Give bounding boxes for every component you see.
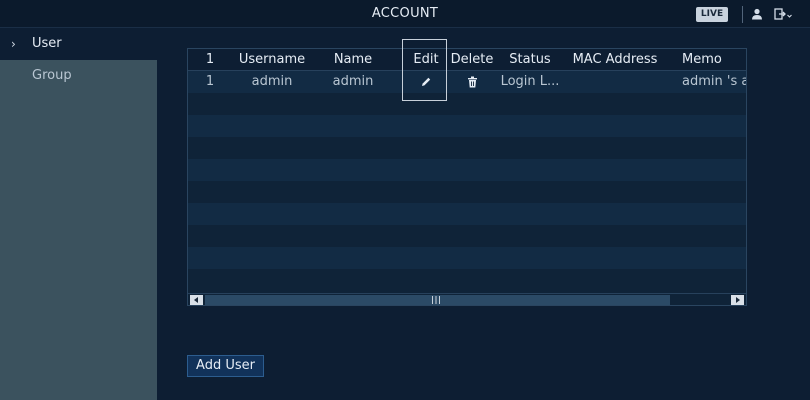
empty-row: [188, 181, 746, 203]
column-header-status[interactable]: Status: [500, 49, 560, 71]
row-username: admin: [251, 74, 293, 89]
pencil-icon[interactable]: [420, 76, 432, 88]
delete-button[interactable]: [450, 71, 494, 93]
column-header-mac-address[interactable]: MAC Address: [570, 49, 660, 71]
column-header-delete: Delete: [450, 52, 494, 67]
row-name: admin: [332, 74, 374, 89]
sidebar-item-user[interactable]: › User: [0, 28, 157, 60]
grip-icon: [432, 296, 440, 304]
column-header-username[interactable]: Username: [232, 49, 312, 71]
empty-row: [188, 225, 746, 247]
add-user-button[interactable]: Add User: [187, 355, 264, 377]
column-header-name[interactable]: Name: [318, 49, 388, 71]
empty-row: [188, 93, 746, 115]
sidebar-item-group[interactable]: Group: [0, 60, 157, 92]
top-bar: ACCOUNT LIVE: [0, 0, 810, 28]
empty-row: [188, 115, 746, 137]
row-index: 1: [205, 74, 215, 89]
horizontal-scrollbar[interactable]: [188, 293, 746, 305]
arrow-right-icon: [736, 297, 740, 303]
logout-icon[interactable]: [774, 8, 792, 20]
main-panel: 1 Username Name Edit Delete Status MAC A…: [157, 28, 810, 400]
empty-row: [188, 247, 746, 269]
user-icon[interactable]: [751, 8, 763, 20]
table-header: 1 Username Name Edit Delete Status MAC A…: [188, 49, 746, 71]
divider: [742, 6, 743, 23]
sidebar-item-label: User: [32, 36, 62, 51]
row-memo: admin 's ac: [682, 74, 746, 89]
sidebar: › User Group: [0, 28, 157, 400]
live-button[interactable]: LIVE: [696, 7, 728, 22]
page-title: ACCOUNT: [371, 6, 439, 21]
sidebar-item-label: Group: [32, 68, 72, 83]
table-row[interactable]: 1 admin admin Login L... admin 's ac: [188, 71, 746, 93]
empty-row: [188, 269, 746, 291]
user-table: 1 Username Name Edit Delete Status MAC A…: [187, 48, 747, 306]
chevron-right-icon: ›: [11, 37, 16, 51]
scrollbar-thumb[interactable]: [205, 295, 670, 305]
column-header-index[interactable]: 1: [200, 49, 220, 71]
trash-icon[interactable]: [467, 76, 478, 88]
sidebar-panel: [0, 60, 157, 400]
arrow-left-icon: [194, 297, 198, 303]
column-header-memo[interactable]: Memo: [682, 49, 746, 71]
scroll-left-button[interactable]: [190, 295, 203, 305]
row-status: Login L...: [500, 74, 560, 89]
edit-button[interactable]: [404, 71, 448, 93]
empty-row: [188, 137, 746, 159]
empty-row: [188, 203, 746, 225]
scroll-right-button[interactable]: [731, 295, 744, 305]
empty-row: [188, 159, 746, 181]
row-mac-address: [570, 71, 660, 93]
column-header-edit: Edit: [413, 52, 439, 67]
